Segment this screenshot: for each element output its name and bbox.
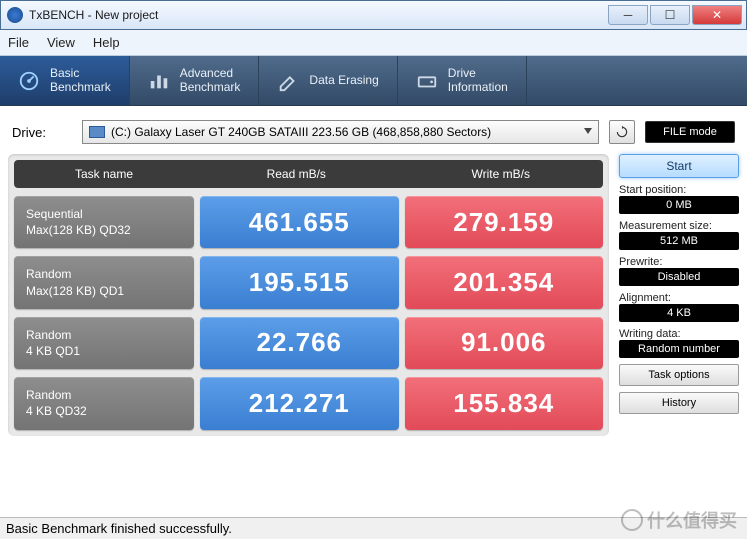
tab-bar: BasicBenchmark AdvancedBenchmark Data Er… — [0, 56, 747, 106]
history-button[interactable]: History — [619, 392, 739, 414]
chevron-down-icon — [584, 128, 592, 134]
tab-label: Advanced — [180, 66, 233, 80]
task-options-button[interactable]: Task options — [619, 364, 739, 386]
task-name-line1: Sequential — [26, 206, 182, 222]
tab-label: Drive — [448, 66, 476, 80]
tab-drive-information[interactable]: DriveInformation — [398, 56, 527, 105]
tab-label: Benchmark — [180, 80, 241, 94]
drive-selected-text: (C:) Galaxy Laser GT 240GB SATAIII 223.5… — [111, 125, 491, 139]
task-name-line2: 4 KB QD1 — [26, 343, 182, 359]
drive-label: Drive: — [12, 125, 72, 140]
read-value: 461.655 — [200, 196, 399, 248]
menu-bar: File View Help — [0, 30, 747, 56]
measurement-size-value: 512 MB — [619, 232, 739, 250]
write-value: 91.006 — [405, 317, 604, 369]
task-name-line2: 4 KB QD32 — [26, 403, 182, 419]
task-name-line2: Max(128 KB) QD32 — [26, 222, 182, 238]
write-value: 155.834 — [405, 377, 604, 429]
file-mode-button[interactable]: FILE mode — [645, 121, 735, 143]
read-value: 195.515 — [200, 256, 399, 308]
start-button[interactable]: Start — [619, 154, 739, 178]
write-value: 201.354 — [405, 256, 604, 308]
status-text: Basic Benchmark finished successfully. — [6, 521, 232, 536]
close-button[interactable]: ✕ — [692, 5, 742, 25]
table-row: Random 4 KB QD1 22.766 91.006 — [14, 317, 603, 369]
tab-data-erasing[interactable]: Data Erasing — [259, 56, 397, 105]
drive-icon — [416, 70, 438, 92]
alignment-label: Alignment: — [619, 292, 739, 304]
side-panel: Start Start position: 0 MB Measurement s… — [619, 154, 739, 436]
tab-basic-benchmark[interactable]: BasicBenchmark — [0, 56, 130, 105]
task-cell: Random 4 KB QD1 — [14, 317, 194, 369]
task-cell: Random 4 KB QD32 — [14, 377, 194, 429]
benchmark-panel: Task name Read mB/s Write mB/s Sequentia… — [8, 154, 609, 436]
header-read: Read mB/s — [194, 167, 399, 181]
task-name-line1: Random — [26, 327, 182, 343]
tab-label: Benchmark — [50, 80, 111, 94]
start-position-value: 0 MB — [619, 196, 739, 214]
task-cell: Sequential Max(128 KB) QD32 — [14, 196, 194, 248]
window-title: TxBENCH - New project — [29, 8, 606, 22]
read-value: 22.766 — [200, 317, 399, 369]
task-name-line2: Max(128 KB) QD1 — [26, 283, 182, 299]
task-name-line1: Random — [26, 266, 182, 282]
app-icon — [7, 7, 23, 23]
maximize-button[interactable]: ☐ — [650, 5, 690, 25]
gauge-icon — [18, 70, 40, 92]
tab-label: Information — [448, 80, 508, 94]
tab-label: Basic — [50, 66, 79, 80]
writing-data-label: Writing data: — [619, 328, 739, 340]
table-row: Random Max(128 KB) QD1 195.515 201.354 — [14, 256, 603, 308]
prewrite-label: Prewrite: — [619, 256, 739, 268]
task-name-line1: Random — [26, 387, 182, 403]
window-titlebar: TxBENCH - New project ─ ☐ ✕ — [0, 0, 747, 30]
table-row: Sequential Max(128 KB) QD32 461.655 279.… — [14, 196, 603, 248]
refresh-button[interactable] — [609, 120, 635, 144]
measurement-size-label: Measurement size: — [619, 220, 739, 232]
bars-icon — [148, 70, 170, 92]
start-position-label: Start position: — [619, 184, 739, 196]
write-value: 279.159 — [405, 196, 604, 248]
drive-select[interactable]: (C:) Galaxy Laser GT 240GB SATAIII 223.5… — [82, 120, 599, 144]
benchmark-header: Task name Read mB/s Write mB/s — [14, 160, 603, 188]
menu-file[interactable]: File — [8, 35, 29, 50]
task-cell: Random Max(128 KB) QD1 — [14, 256, 194, 308]
refresh-icon — [615, 125, 629, 139]
status-bar: Basic Benchmark finished successfully. — [0, 517, 747, 539]
header-write: Write mB/s — [399, 167, 604, 181]
prewrite-value: Disabled — [619, 268, 739, 286]
menu-view[interactable]: View — [47, 35, 75, 50]
erase-icon — [277, 70, 299, 92]
tab-advanced-benchmark[interactable]: AdvancedBenchmark — [130, 56, 260, 105]
minimize-button[interactable]: ─ — [608, 5, 648, 25]
tab-label: Data Erasing — [309, 73, 378, 87]
menu-help[interactable]: Help — [93, 35, 120, 50]
read-value: 212.271 — [200, 377, 399, 429]
header-task: Task name — [14, 167, 194, 181]
alignment-value: 4 KB — [619, 304, 739, 322]
table-row: Random 4 KB QD32 212.271 155.834 — [14, 377, 603, 429]
writing-data-value: Random number — [619, 340, 739, 358]
disk-icon — [89, 126, 105, 138]
